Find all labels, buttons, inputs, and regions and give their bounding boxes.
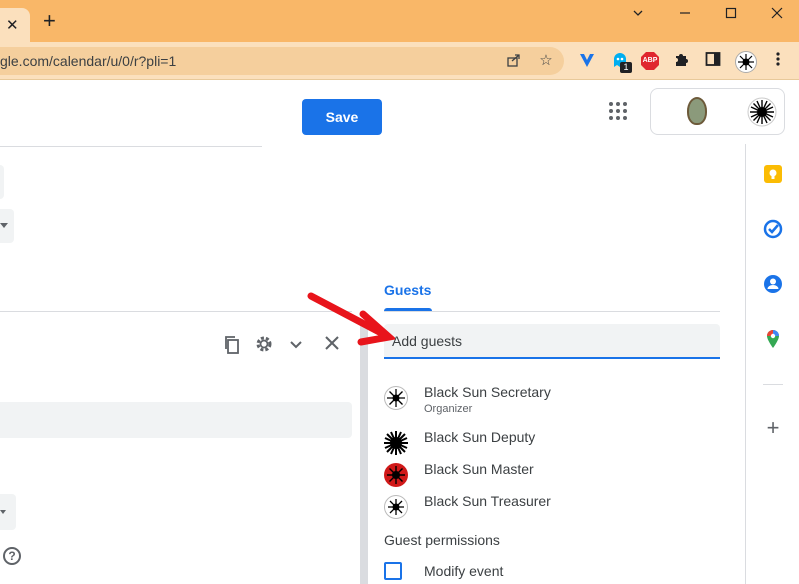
abp-icon[interactable]: ABP: [640, 51, 660, 71]
browser-toolbar: gle.com/calendar/u/0/r?pli=1 ☆ 1 ABP: [0, 42, 799, 80]
guest-avatar: [384, 386, 408, 410]
guest-permissions-title: Guest permissions: [384, 532, 500, 548]
maximize-icon[interactable]: [716, 4, 746, 26]
dropdown-stub[interactable]: [0, 209, 14, 243]
guest-row[interactable]: Black Sun Secretary Organizer: [384, 384, 720, 415]
annotation-arrow-icon: [307, 292, 395, 346]
minimize-icon[interactable]: [623, 4, 653, 26]
browser-tabstrip: ✕ +: [0, 0, 799, 42]
guest-name: Black Sun Master: [424, 461, 534, 477]
guest-avatar: [384, 463, 408, 487]
puzzle-icon[interactable]: [672, 51, 692, 71]
panel-divider: [0, 311, 352, 312]
contacts-icon[interactable]: [763, 274, 783, 294]
guest-row[interactable]: Black Sun Treasurer: [384, 493, 720, 521]
permission-label: Modify event: [424, 563, 504, 579]
new-tab-button[interactable]: +: [43, 10, 56, 32]
visibility-dropdown-stub[interactable]: [0, 494, 16, 530]
guest-avatar: [384, 495, 408, 519]
side-panel-divider: [763, 384, 783, 385]
copy-icon[interactable]: [222, 335, 242, 355]
save-button[interactable]: Save: [302, 99, 382, 135]
more-icon[interactable]: [768, 51, 788, 71]
ghostery-icon[interactable]: 1: [610, 51, 632, 73]
side-panel: +: [745, 144, 799, 584]
guest-role: Organizer: [424, 403, 473, 415]
notification-field[interactable]: [0, 402, 352, 438]
add-addon-button[interactable]: +: [763, 417, 783, 439]
abp-label: ABP: [642, 57, 658, 64]
account-switcher[interactable]: [650, 88, 785, 135]
close-icon[interactable]: [762, 4, 792, 26]
gear-icon[interactable]: [254, 335, 274, 355]
permission-modify-event[interactable]: Modify event: [384, 562, 684, 582]
share-icon[interactable]: [505, 52, 523, 70]
guest-row[interactable]: Black Sun Master: [384, 461, 720, 489]
chevron-down-icon[interactable]: [286, 335, 306, 355]
scrollbar[interactable]: [360, 322, 368, 584]
star-icon[interactable]: ☆: [537, 52, 555, 70]
guest-name: Black Sun Deputy: [424, 429, 536, 445]
browser-tab[interactable]: ✕: [0, 8, 30, 42]
profile-icon[interactable]: [735, 51, 757, 73]
maps-icon[interactable]: [763, 329, 783, 349]
keep-icon[interactable]: [763, 164, 783, 184]
add-guests-input[interactable]: [384, 324, 720, 359]
sidepanel-icon[interactable]: [703, 51, 723, 71]
tab-close-icon[interactable]: ✕: [6, 16, 19, 34]
header-divider: [0, 146, 262, 147]
ghostery-badge: 1: [620, 62, 632, 73]
title-field-stub[interactable]: [0, 165, 4, 199]
guest-name: Black Sun Secretary: [424, 384, 551, 400]
guest-avatar: [384, 431, 408, 455]
url-text[interactable]: gle.com/calendar/u/0/r?pli=1: [0, 53, 176, 69]
address-bar[interactable]: gle.com/calendar/u/0/r?pli=1 ☆: [0, 47, 564, 75]
help-icon[interactable]: ?: [3, 547, 21, 565]
google-apps-icon[interactable]: [609, 102, 627, 120]
account-avatar[interactable]: [747, 97, 777, 127]
tasks-icon[interactable]: [763, 219, 783, 239]
minimize-window-icon[interactable]: [670, 4, 700, 26]
org-logo: [687, 97, 707, 125]
guest-name: Black Sun Treasurer: [424, 493, 551, 509]
guest-row[interactable]: Black Sun Deputy: [384, 429, 720, 457]
modify-event-checkbox[interactable]: [384, 562, 402, 580]
guests-divider: [384, 311, 720, 312]
vpn-icon[interactable]: [577, 51, 597, 71]
